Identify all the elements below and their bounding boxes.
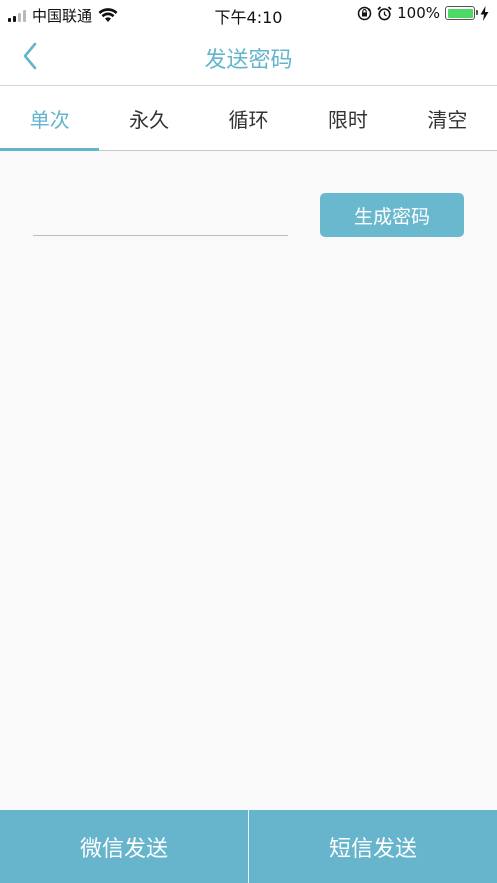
status-bar: 中国联通 下午4:10 100% bbox=[0, 0, 497, 28]
bottom-action-bar: 微信发送 短信发送 bbox=[0, 810, 497, 883]
tab-recurring[interactable]: 循环 bbox=[199, 86, 298, 150]
password-field[interactable] bbox=[33, 196, 288, 236]
bottom-divider bbox=[248, 810, 249, 883]
page-title: 发送密码 bbox=[204, 48, 293, 73]
sms-send-button[interactable]: 短信发送 bbox=[249, 810, 497, 883]
rotation-lock-icon bbox=[357, 6, 372, 20]
battery-icon bbox=[445, 6, 478, 20]
tab-single[interactable]: 单次 bbox=[0, 86, 100, 151]
battery-percent: 100% bbox=[397, 4, 440, 22]
wechat-send-button[interactable]: 微信发送 bbox=[0, 810, 248, 883]
status-right: 100% bbox=[357, 4, 489, 22]
charging-icon bbox=[480, 5, 489, 21]
generate-password-button[interactable]: 生成密码 bbox=[320, 193, 464, 237]
alarm-icon bbox=[377, 5, 392, 20]
tab-bar: 单次 永久 循环 限时 清空 bbox=[0, 86, 497, 151]
tab-permanent[interactable]: 永久 bbox=[99, 86, 198, 150]
tab-clear[interactable]: 清空 bbox=[398, 86, 497, 150]
tab-time-limited[interactable]: 限时 bbox=[298, 86, 397, 150]
nav-bar: 发送密码 bbox=[0, 28, 497, 86]
